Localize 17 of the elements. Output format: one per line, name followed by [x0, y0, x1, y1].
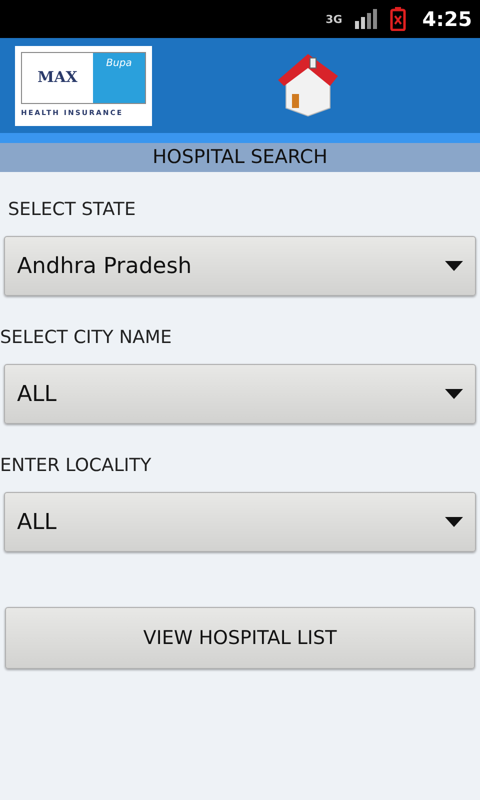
- dropdown-arrow-icon: [445, 389, 463, 399]
- dropdown[interactable]: ALL: [4, 364, 476, 424]
- field-label: SELECT CITY NAME: [0, 326, 173, 350]
- signal-icon: [354, 9, 378, 29]
- dropdown-arrow-icon: [445, 261, 463, 271]
- logo-partner-text: Bupa: [106, 56, 132, 70]
- battery-empty-icon: [390, 7, 406, 31]
- field-label: SELECT STATE: [7, 198, 137, 222]
- network-type: 3G: [326, 14, 342, 24]
- dropdown[interactable]: ALL: [4, 492, 476, 552]
- page-title: HOSPITAL SEARCH: [152, 145, 328, 170]
- dropdown-arrow-icon: [445, 517, 463, 527]
- field-label: ENTER LOCALITY: [0, 454, 152, 478]
- clock: 4:25: [422, 6, 472, 33]
- dropdown[interactable]: Andhra Pradesh: [4, 236, 476, 296]
- view-list-button[interactable]: VIEW HOSPITAL LIST: [5, 607, 475, 669]
- logo-brand-text: MAX: [38, 67, 78, 88]
